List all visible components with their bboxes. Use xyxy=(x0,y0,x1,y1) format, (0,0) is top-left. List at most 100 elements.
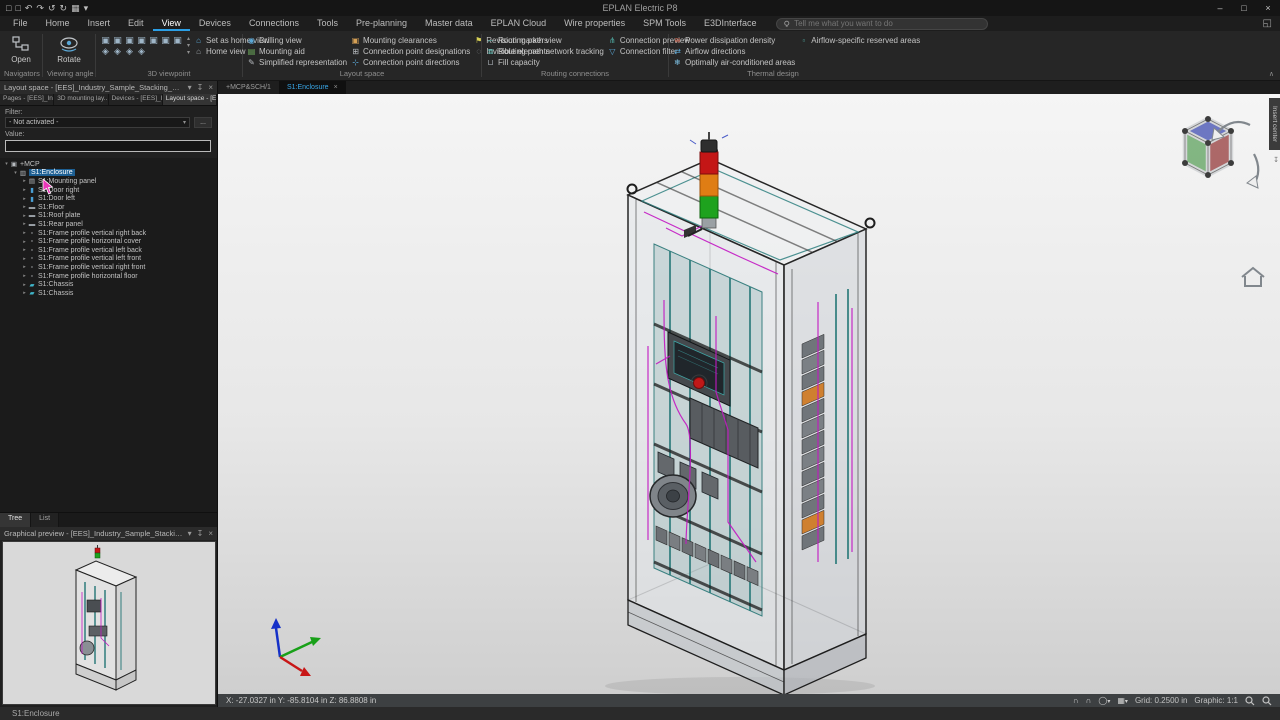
tree-item-s1-mounting-panel[interactable]: ▸▤S1:Mounting panel xyxy=(0,177,217,186)
viewpoint-cube-icon[interactable]: ▣ xyxy=(160,35,171,45)
snap-icon[interactable]: ∩ xyxy=(1073,696,1079,705)
new-icon[interactable]: □ xyxy=(6,3,11,14)
tree-item-s1-frame-profile-vertical-left-back[interactable]: ▸▫S1:Frame profile vertical left back xyxy=(0,246,217,255)
gallery-up-icon[interactable]: ▴ xyxy=(187,35,190,42)
connection-point-designations-button[interactable]: ⊞Connection point designations xyxy=(351,46,470,56)
twisty-icon[interactable]: ▸ xyxy=(21,264,28,270)
twisty-icon[interactable]: ▸ xyxy=(21,196,28,202)
viewpoint-cube-gallery[interactable]: ▣▣▣▣▣▣▣ ◈◈◈◈ xyxy=(100,33,183,56)
menu-tab-eplan-cloud[interactable]: EPLAN Cloud xyxy=(482,17,556,31)
gallery-down-icon[interactable]: ▾ xyxy=(187,42,190,49)
zoom-in-icon[interactable] xyxy=(1245,696,1255,706)
navigator-tab-2[interactable]: Devices - [EES]_In... xyxy=(109,94,163,105)
twisty-icon[interactable]: ▸ xyxy=(21,239,28,245)
emergency-stop-button[interactable] xyxy=(691,375,707,391)
twisty-icon[interactable]: ▸ xyxy=(21,256,28,262)
menu-tab-insert[interactable]: Insert xyxy=(79,17,120,31)
optimally-air-conditioned-areas-button[interactable]: ❄Optimally air-conditioned areas xyxy=(673,57,795,67)
viewpoint-cube-icon[interactable]: ▣ xyxy=(124,35,135,45)
preview-dropdown-icon[interactable]: ▾ xyxy=(188,529,192,538)
mounting-clearances-button[interactable]: ▣Mounting clearances xyxy=(351,35,470,45)
panel-close-icon[interactable]: × xyxy=(208,83,213,92)
menu-tab-wire-properties[interactable]: Wire properties xyxy=(555,17,634,31)
viewpoint-cube-icon[interactable]: ▣ xyxy=(112,35,123,45)
redo-icon[interactable]: ↷ xyxy=(36,3,44,14)
mounting-aid-button[interactable]: ▤Mounting aid xyxy=(247,46,347,56)
close-button[interactable]: × xyxy=(1256,0,1280,16)
twisty-icon[interactable]: ▸ xyxy=(21,290,28,296)
customize-caret-icon[interactable]: ▾ xyxy=(84,3,89,14)
value-input[interactable] xyxy=(5,140,211,152)
power-dissipation-density-button[interactable]: ≋Power dissipation density xyxy=(673,35,795,45)
ribbon-collapse-icon[interactable]: ∧ xyxy=(1269,70,1274,78)
twisty-icon[interactable]: ▸ xyxy=(21,230,28,236)
panel-pin-icon[interactable]: ↧ xyxy=(197,83,204,92)
preview-close-icon[interactable]: × xyxy=(208,529,213,538)
tree-item-mcp[interactable]: ▾▣+MCP xyxy=(0,160,217,169)
insert-center-tab[interactable]: Insert center xyxy=(1269,98,1280,150)
panel-dropdown-icon[interactable]: ▾ xyxy=(188,83,192,92)
viewpoint-cube-icon[interactable]: ▣ xyxy=(136,35,147,45)
tell-me-search[interactable] xyxy=(776,18,988,30)
twisty-icon[interactable]: ▸ xyxy=(21,273,28,279)
filter-more-button[interactable]: ... xyxy=(194,117,212,128)
tab-mcp-sch[interactable]: +MCP&SCH/1 xyxy=(218,81,279,94)
twisty-icon[interactable]: ▸ xyxy=(21,247,28,253)
filter-combobox[interactable]: - Not activated - ▾ xyxy=(5,117,190,128)
tree-item-s1-chassis[interactable]: ▸▰S1:Chassis xyxy=(0,280,217,289)
tree-item-s1-roof-plate[interactable]: ▸▬S1:Roof plate xyxy=(0,212,217,221)
routing-path-view-button[interactable]: ⌐Routing path view xyxy=(486,35,604,45)
back-icon[interactable]: ↺ xyxy=(48,3,56,14)
menu-tab-devices[interactable]: Devices xyxy=(190,17,240,31)
viewpoint-cube-icon[interactable]: ▣ xyxy=(172,35,183,45)
viewpoint-cube-icon[interactable]: ▣ xyxy=(148,35,159,45)
tree-item-s1-frame-profile-vertical-right-back[interactable]: ▸▫S1:Frame profile vertical right back xyxy=(0,229,217,238)
graphic-scale[interactable]: Graphic: 1:1 xyxy=(1194,696,1238,705)
layer-icon[interactable]: ◯▾ xyxy=(1098,696,1110,705)
menu-tab-master-data[interactable]: Master data xyxy=(416,17,482,31)
twisty-icon[interactable]: ▸ xyxy=(21,204,28,210)
airflow-directions-button[interactable]: ⇄Airflow directions xyxy=(673,46,795,56)
twisty-icon[interactable]: ▸ xyxy=(21,178,28,184)
twisty-icon[interactable]: ▸ xyxy=(21,187,28,193)
bottom-tab-tree[interactable]: Tree xyxy=(0,513,31,527)
preview-pin-icon[interactable]: ↧ xyxy=(197,529,204,538)
cube-home-button[interactable] xyxy=(1242,268,1264,286)
viewport-side-pin-icon[interactable]: ↧ xyxy=(1273,156,1279,164)
tree-item-s1-chassis[interactable]: ▸▰S1:Chassis xyxy=(0,289,217,298)
navigator-tab-3[interactable]: Layout space - [E... xyxy=(163,94,217,105)
routing-path-network-tracking-button[interactable]: ≣Routing path network tracking xyxy=(486,46,604,56)
tree-item-s1-frame-profile-horizontal-cover[interactable]: ▸▫S1:Frame profile horizontal cover xyxy=(0,237,217,246)
connection-point-directions-button[interactable]: ⊹Connection point directions xyxy=(351,57,470,67)
workspace-layout-icon[interactable]: ◱ xyxy=(1263,18,1280,29)
undo-icon[interactable]: ↶ xyxy=(25,3,33,14)
twisty-icon[interactable]: ▾ xyxy=(3,161,10,167)
search-input[interactable] xyxy=(794,19,980,28)
viewpoint-rotate-icon[interactable]: ◈ xyxy=(112,46,123,56)
viewpoint-rotate-icon[interactable]: ◈ xyxy=(136,46,147,56)
table-icon[interactable]: ▦ xyxy=(71,3,80,14)
navigator-tab-0[interactable]: Pages - [EES]_Ind... xyxy=(0,94,54,105)
viewpoint-rotate-icon[interactable]: ◈ xyxy=(100,46,111,56)
bottom-tab-list[interactable]: List xyxy=(31,513,59,527)
drilling-view-button[interactable]: ◉Drilling view xyxy=(247,35,347,45)
menu-tab-connections[interactable]: Connections xyxy=(240,17,308,31)
viewpoint-cube-icon[interactable]: ▣ xyxy=(100,35,111,45)
snap-alt-icon[interactable]: ∩ xyxy=(1086,696,1092,705)
gallery-more-icon[interactable]: ▾ xyxy=(187,49,190,56)
rotate-button[interactable]: Rotate xyxy=(52,33,86,64)
open-icon[interactable]: □ xyxy=(15,3,20,14)
menu-tab-pre-planning[interactable]: Pre-planning xyxy=(347,17,416,31)
viewpoint-rotate-icon[interactable]: ◈ xyxy=(124,46,135,56)
menu-tab-home[interactable]: Home xyxy=(37,17,79,31)
fill-capacity-button[interactable]: ⊔Fill capacity xyxy=(486,57,604,67)
gallery-scroll[interactable]: ▴ ▾ ▾ xyxy=(187,33,190,56)
airflow-specific-reserved-areas-button[interactable]: ▫Airflow-specific reserved areas xyxy=(799,35,920,45)
menu-tab-edit[interactable]: Edit xyxy=(119,17,153,31)
menu-tab-file[interactable]: File xyxy=(4,17,37,31)
tree-item-s1-frame-profile-vertical-left-front[interactable]: ▸▫S1:Frame profile vertical left front xyxy=(0,255,217,264)
tree-item-s1-frame-profile-horizontal-floor[interactable]: ▸▫S1:Frame profile horizontal floor xyxy=(0,272,217,281)
tree-item-s1-frame-profile-vertical-right-front[interactable]: ▸▫S1:Frame profile vertical right front xyxy=(0,263,217,272)
3d-viewport[interactable]: Insert center ↧ xyxy=(218,94,1280,694)
menu-tab-e3dinterface[interactable]: E3DInterface xyxy=(695,17,766,31)
